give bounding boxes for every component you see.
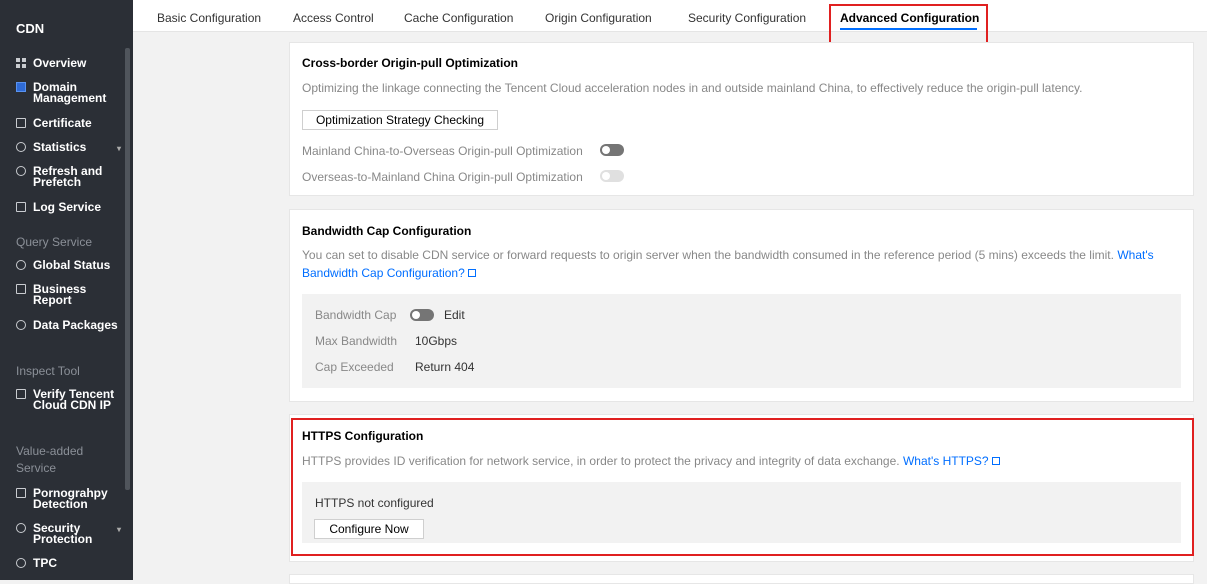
sidebar-item-label: Data Packages (33, 318, 118, 332)
detection-icon (16, 488, 26, 498)
cap-exceeded-value: Return 404 (415, 360, 475, 374)
refresh-icon (16, 166, 26, 176)
overseas-to-mainland-toggle[interactable] (600, 170, 624, 182)
sidebar-item-business-report[interactable]: Business Report (16, 282, 121, 307)
cross-border-title: Cross-border Origin-pull Optimization (302, 56, 518, 70)
next-card-edge (289, 574, 1194, 584)
sidebar-item-tpc[interactable]: TPC (16, 556, 121, 570)
mainland-to-overseas-toggle[interactable] (600, 144, 624, 156)
sidebar-item-data-packages[interactable]: Data Packages (16, 318, 121, 332)
sidebar-item-statistics[interactable]: Statistics ▾ (16, 140, 121, 154)
sidebar-item-log-service[interactable]: Log Service (16, 200, 121, 214)
mainland-to-overseas-label: Mainland China-to-Overseas Origin-pull O… (302, 144, 583, 158)
sidebar-item-label: Domain Management (33, 80, 107, 105)
tab-origin-configuration[interactable]: Origin Configuration (545, 11, 652, 25)
statistics-icon (16, 142, 26, 152)
external-link-icon (467, 269, 476, 277)
sidebar-item-porn-detection[interactable]: Pornograhpy Detection (16, 486, 121, 511)
global-status-icon (16, 260, 26, 270)
chevron-down-icon: ▾ (116, 144, 121, 153)
tab-security-configuration[interactable]: Security Configuration (688, 11, 806, 25)
verify-icon (16, 389, 26, 399)
toggle-knob (412, 311, 420, 319)
sidebar-title: CDN (16, 21, 45, 36)
bandwidth-cap-card: Bandwidth Cap Configuration You can set … (289, 209, 1194, 402)
sidebar-item-label: Certificate (33, 116, 92, 130)
tab-basic-configuration[interactable]: Basic Configuration (157, 11, 261, 25)
sidebar-item-global-status[interactable]: Global Status (16, 258, 121, 272)
tpc-icon (16, 558, 26, 568)
bandwidth-cap-label: Bandwidth Cap (315, 308, 397, 322)
toggle-knob (602, 146, 610, 154)
sidebar-item-label: Overview (33, 56, 87, 70)
sidebar-section-query: Query Service (16, 235, 93, 249)
tab-access-control[interactable]: Access Control (293, 11, 374, 25)
sidebar-item-label: Log Service (33, 200, 102, 214)
sidebar-item-overview[interactable]: Overview (16, 56, 121, 70)
sidebar-item-label: Refresh and Prefetch (33, 164, 103, 189)
sidebar-section-value-added: Value-added Service (16, 444, 84, 475)
bandwidth-help-link-part2: Bandwidth Cap Configuration? (302, 266, 465, 280)
config-tabs: Basic Configuration Access Control Cache… (133, 0, 1207, 32)
overseas-to-mainland-label: Overseas-to-Mainland China Origin-pull O… (302, 170, 583, 184)
sidebar-item-label: Security Protection (33, 521, 93, 546)
max-bandwidth-label: Max Bandwidth (315, 334, 398, 348)
sidebar-item-label: Global Status (33, 258, 111, 272)
bandwidth-settings-panel: Bandwidth Cap Edit Max Bandwidth 10Gbps … (302, 294, 1181, 388)
sidebar-item-domain-management[interactable]: Domain Management (16, 80, 121, 105)
tab-cache-configuration[interactable]: Cache Configuration (404, 11, 513, 25)
security-icon (16, 523, 26, 533)
domain-icon (16, 82, 26, 92)
max-bandwidth-value: 10Gbps (415, 334, 458, 348)
sidebar-item-label: Pornograhpy Detection (33, 486, 108, 511)
sidebar: CDN Overview Domain Management Certifica… (0, 0, 133, 580)
sidebar-item-refresh[interactable]: Refresh and Prefetch (16, 164, 121, 189)
log-icon (16, 202, 26, 212)
sidebar-item-label: Statistics (33, 140, 87, 154)
sidebar-item-label: Business Report (33, 282, 87, 307)
sidebar-scrollbar[interactable] (125, 48, 130, 490)
optimization-strategy-button[interactable]: Optimization Strategy Checking (302, 110, 498, 130)
bandwidth-cap-title: Bandwidth Cap Configuration (302, 224, 472, 238)
package-icon (16, 320, 26, 330)
report-icon (16, 284, 26, 294)
cross-border-card: Cross-border Origin-pull Optimization Op… (289, 42, 1194, 196)
bandwidth-cap-description: You can set to disable CDN service or fo… (302, 246, 1182, 282)
bandwidth-description-text: You can set to disable CDN service or fo… (302, 248, 1114, 262)
grid-icon (16, 58, 26, 68)
highlight-box-https (291, 418, 1194, 556)
certificate-icon (16, 118, 26, 128)
sidebar-item-label: Verify Tencent Cloud CDN IP (33, 387, 115, 412)
bandwidth-cap-toggle[interactable] (410, 309, 434, 321)
bandwidth-edit-link[interactable]: Edit (444, 308, 465, 322)
bandwidth-help-link-part1: What's (1117, 248, 1154, 262)
chevron-down-icon: ▾ (116, 525, 121, 534)
sidebar-item-certificate[interactable]: Certificate (16, 116, 121, 130)
sidebar-section-inspect: Inspect Tool (16, 364, 80, 378)
sidebar-item-label: TPC (33, 556, 57, 570)
toggle-knob (602, 172, 610, 180)
sidebar-item-security-protection[interactable]: Security Protection ▾ (16, 521, 121, 546)
cap-exceeded-label: Cap Exceeded (315, 360, 394, 374)
sidebar-item-verify-ip[interactable]: Verify Tencent Cloud CDN IP (16, 387, 121, 412)
cross-border-description: Optimizing the linkage connecting the Te… (302, 81, 1083, 95)
